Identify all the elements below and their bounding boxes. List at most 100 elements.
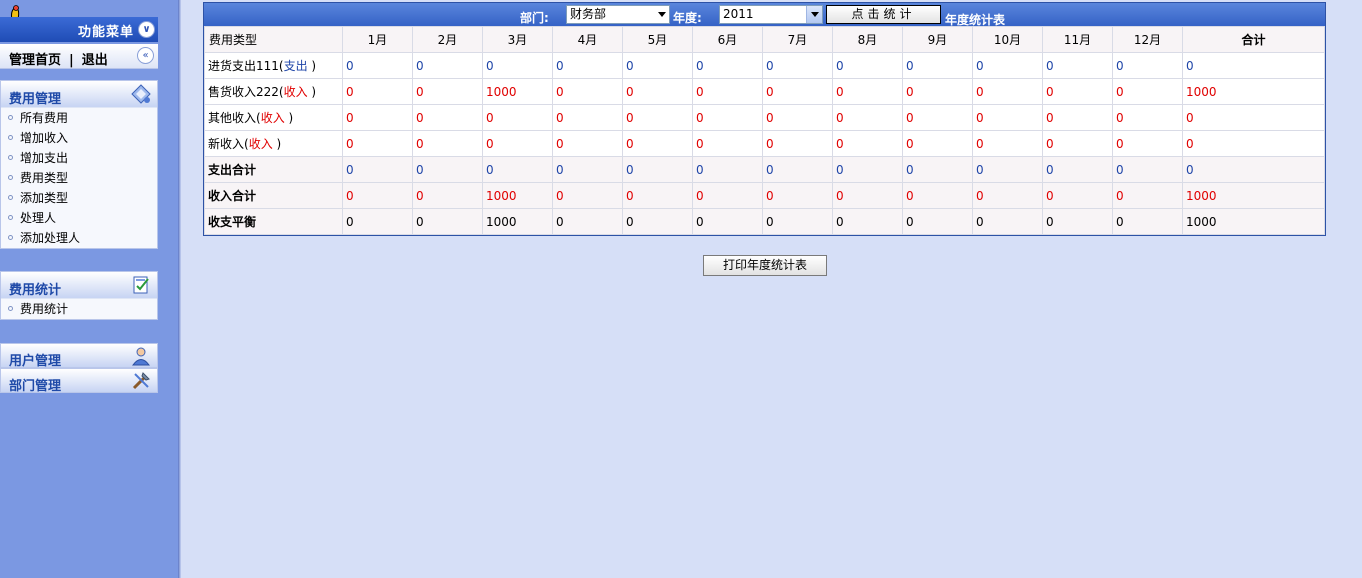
- statistics-table: 费用类型 1月 2月 3月 4月 5月 6月 7月 8月 9月 10月 11月 12月 合计 进货支出111…: [204, 26, 1325, 235]
- month-value-cell: 0: [1112, 130, 1183, 157]
- summary-month-cell: 0: [902, 182, 973, 209]
- month-value-cell: 0: [1112, 78, 1183, 105]
- summary-total-cell: 1000: [1182, 182, 1325, 209]
- month-value-cell: 0: [832, 104, 903, 131]
- month-value-cell: 0: [622, 104, 693, 131]
- month-value-cell: 0: [552, 104, 623, 131]
- year-select-value: 2011: [723, 7, 754, 21]
- tools-icon: [132, 372, 150, 390]
- fee-type-name: 售货收入222: [208, 85, 279, 99]
- bullet-icon: [8, 215, 13, 220]
- month-value-cell: 0: [762, 130, 833, 157]
- menu-item-label: 添加类型: [20, 191, 69, 205]
- header-month: 6月: [692, 26, 763, 53]
- menu-item-label: 所有费用: [20, 111, 69, 125]
- user-management-header[interactable]: 用户管理: [0, 343, 158, 369]
- table-row: 进货支出111(支出 ) 0 0 0 0 0 0 0 0 0 0 0 0 0: [204, 52, 1325, 79]
- fee-management-header[interactable]: 费用管理: [1, 81, 157, 107]
- menu-item-add-handler[interactable]: 添加处理人: [1, 228, 157, 248]
- print-annual-report-button[interactable]: 打印年度统计表: [703, 255, 827, 276]
- header-month: 8月: [832, 26, 903, 53]
- menu-item-fee-statistics[interactable]: 费用统计: [1, 299, 157, 319]
- chevron-double-left-icon[interactable]: «: [137, 47, 154, 64]
- header-month: 7月: [762, 26, 833, 53]
- bullet-icon: [8, 155, 13, 160]
- menu-item-label: 添加处理人: [20, 231, 81, 245]
- summary-month-cell: 0: [1042, 182, 1113, 209]
- month-value-cell: 0: [412, 52, 483, 79]
- header-month: 5月: [622, 26, 693, 53]
- month-value-cell: 0: [762, 78, 833, 105]
- summary-month-cell: 0: [902, 208, 973, 235]
- month-value-cell: 0: [762, 52, 833, 79]
- header-month: 2月: [412, 26, 483, 53]
- month-value-cell: 0: [622, 78, 693, 105]
- menu-item-add-expense[interactable]: 增加支出: [1, 148, 157, 168]
- bullet-icon: [8, 115, 13, 120]
- menu-item-add-income[interactable]: 增加收入: [1, 128, 157, 148]
- month-value-cell: 0: [622, 52, 693, 79]
- fee-management-panel: 费用管理 所有费用 增加收入 增加支出 费用类型 添加类型 处理人 添加处理人: [0, 80, 158, 249]
- month-value-cell: 0: [342, 52, 413, 79]
- calculate-statistics-button[interactable]: 点击统计: [826, 5, 941, 24]
- menu-item-fee-types[interactable]: 费用类型: [1, 168, 157, 188]
- bullet-icon: [8, 195, 13, 200]
- menu-item-handlers[interactable]: 处理人: [1, 208, 157, 228]
- year-label: 年度:: [673, 11, 702, 25]
- month-value-cell: 0: [622, 130, 693, 157]
- fee-type-cell: 新收入(收入 ): [204, 130, 343, 157]
- header-fee-type: 费用类型: [204, 26, 343, 53]
- year-select[interactable]: 2011: [719, 5, 823, 24]
- month-value-cell: 0: [832, 130, 903, 157]
- summary-month-cell: 0: [482, 156, 553, 183]
- chevron-down-icon: [658, 12, 666, 17]
- department-select-value: 财务部: [570, 7, 607, 21]
- month-value-cell: 1000: [482, 78, 553, 105]
- dropdown-button[interactable]: [806, 6, 822, 23]
- department-select[interactable]: 财务部: [566, 5, 670, 24]
- fee-statistics-title: 费用统计: [9, 283, 62, 298]
- sidebar: 功能菜单 ∨ 管理首页 | 退出 « 费用管理 所有费用 增加收入 增加支出 费用类…: [0, 0, 178, 578]
- fee-type-cell: 进货支出111(支出 ): [204, 52, 343, 79]
- chevron-down-icon: [811, 12, 819, 17]
- summary-month-cell: 0: [832, 208, 903, 235]
- header-total: 合计: [1182, 26, 1325, 53]
- month-value-cell: 0: [972, 52, 1043, 79]
- summary-label: 收入合计: [204, 182, 343, 209]
- fee-statistics-header[interactable]: 费用统计: [1, 272, 157, 298]
- month-value-cell: 0: [1042, 78, 1113, 105]
- summary-month-cell: 0: [692, 156, 763, 183]
- month-value-cell: 0: [482, 130, 553, 157]
- month-value-cell: 0: [972, 104, 1043, 131]
- sidebar-divider: [178, 0, 181, 578]
- month-value-cell: 0: [902, 52, 973, 79]
- summary-month-cell: 0: [972, 156, 1043, 183]
- summary-month-cell: 0: [1112, 208, 1183, 235]
- summary-month-cell: 0: [692, 208, 763, 235]
- summary-month-cell: 0: [972, 182, 1043, 209]
- department-management-header[interactable]: 部门管理: [0, 368, 158, 394]
- row-total-cell: 0: [1182, 130, 1325, 157]
- fee-type-tag: 收入: [248, 137, 273, 151]
- month-value-cell: 0: [1112, 104, 1183, 131]
- month-value-cell: 0: [1042, 52, 1113, 79]
- fee-type-tag: 支出: [283, 59, 308, 73]
- month-value-cell: 0: [1112, 52, 1183, 79]
- menu-item-all-fees[interactable]: 所有费用: [1, 108, 157, 128]
- logout-link[interactable]: 退出: [82, 53, 108, 68]
- home-bar: 管理首页 | 退出 «: [0, 44, 158, 69]
- report-toolbar: 部门: 财务部 年度: 2011 点击统计 年度统计表: [204, 3, 1325, 27]
- summary-month-cell: 0: [342, 156, 413, 183]
- report-title: 年度统计表: [945, 13, 1006, 27]
- summary-month-cell: 0: [622, 208, 693, 235]
- link-separator: |: [69, 53, 74, 68]
- home-link[interactable]: 管理首页: [9, 53, 61, 68]
- chevron-double-down-icon[interactable]: ∨: [138, 21, 155, 38]
- menu-title: 功能菜单: [77, 25, 134, 40]
- summary-month-cell: 0: [412, 182, 483, 209]
- header-month: 3月: [482, 26, 553, 53]
- function-menu-header: 功能菜单 ∨: [0, 17, 158, 42]
- fee-type-name: 新收入: [208, 137, 245, 151]
- menu-item-add-type[interactable]: 添加类型: [1, 188, 157, 208]
- month-value-cell: 0: [412, 104, 483, 131]
